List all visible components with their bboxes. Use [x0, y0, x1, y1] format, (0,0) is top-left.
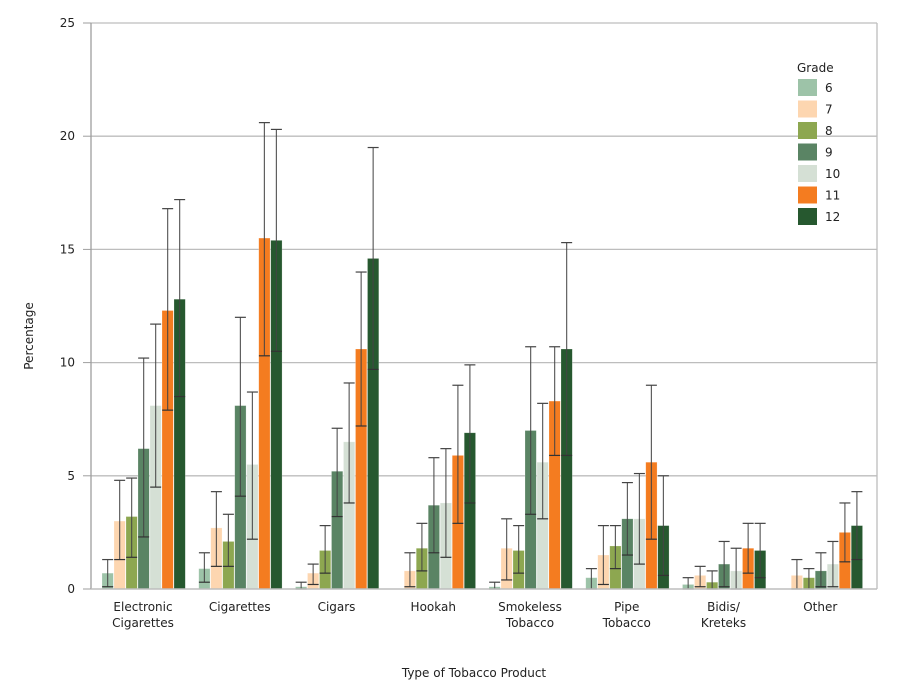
x-category-label: Hookah [411, 600, 456, 614]
y-tick-label: 25 [60, 16, 75, 30]
legend-swatch [798, 122, 817, 139]
legend-label: 11 [825, 189, 840, 203]
legend-label: 10 [825, 167, 840, 181]
legend-item-grade-6: 6 [798, 79, 833, 96]
legend-label: 8 [825, 124, 833, 138]
category-label-line: Smokeless [498, 600, 562, 614]
x-category-label: Bidis/Kreteks [701, 600, 746, 630]
category-label-line: Cigarettes [209, 600, 271, 614]
category-label-line: Cigars [318, 600, 356, 614]
legend-item-grade-7: 7 [798, 100, 833, 118]
legend-title: Grade [797, 61, 834, 75]
legend-swatch [798, 100, 817, 118]
legend-swatch [798, 208, 817, 225]
y-axis-title: Percentage [22, 302, 36, 370]
legend-item-grade-10: 10 [798, 165, 840, 182]
legend-label: 6 [825, 81, 833, 95]
category-label-line: Tobacco [505, 616, 554, 630]
legend-swatch [798, 186, 817, 204]
legend: Grade 6 7 8 9 10 11 12 [797, 61, 840, 225]
y-tick-label: 10 [60, 356, 75, 370]
legend-label: 12 [825, 210, 840, 224]
legend-swatch [798, 143, 817, 161]
category-label-line: Cigarettes [112, 616, 174, 630]
axes [90, 23, 878, 590]
x-category-label: Cigarettes [209, 600, 271, 614]
x-category-label: Cigars [318, 600, 356, 614]
category-label-line: Kreteks [701, 616, 746, 630]
legend-swatch [798, 79, 817, 96]
legend-item-grade-11: 11 [798, 186, 840, 204]
y-tick-label: 15 [60, 242, 75, 256]
x-category-label: Other [803, 600, 837, 614]
legend-label: 7 [825, 103, 833, 117]
y-tick-label: 5 [67, 469, 75, 483]
y-tick-label: 20 [60, 129, 75, 143]
y-tick-label: 0 [67, 582, 75, 596]
x-category-label: Electronic Cigarettes [112, 600, 174, 630]
error-bars [102, 122, 863, 590]
grouped-bar-chart: 0 5 10 15 20 25 Electronic Cigarettes Cigarette… [22, 16, 878, 680]
legend-label: 9 [825, 146, 833, 160]
gridlines [83, 22, 877, 590]
x-category-label: Pipe Tobacco [602, 600, 651, 630]
category-label-line: Tobacco [602, 616, 651, 630]
legend-item-grade-12: 12 [798, 208, 840, 225]
category-label-line: Electronic [113, 600, 172, 614]
x-category-label: Smokeless Tobacco [498, 600, 562, 630]
x-category-labels: Electronic Cigarettes Cigarettes Cigars Hook… [112, 600, 837, 630]
legend-item-grade-9: 9 [798, 143, 833, 161]
x-axis-title: Type of Tobacco Product [401, 666, 547, 680]
legend-item-grade-8: 8 [798, 122, 833, 139]
category-label-line: Other [803, 600, 837, 614]
category-label-line: Pipe [614, 600, 639, 614]
category-label-line: Hookah [411, 600, 456, 614]
legend-swatch [798, 165, 817, 182]
category-label-line: Bidis/ [707, 600, 741, 614]
y-tick-labels: 0 5 10 15 20 25 [60, 16, 75, 596]
